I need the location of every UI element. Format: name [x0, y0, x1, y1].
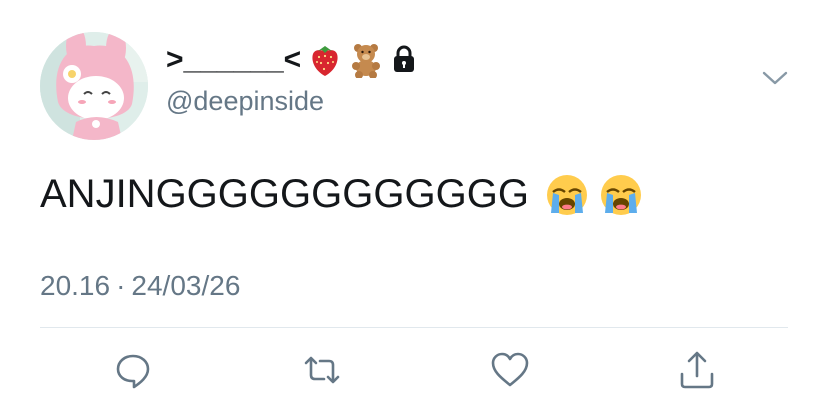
lock-icon — [389, 42, 419, 78]
avatar[interactable] — [40, 32, 148, 140]
like-icon — [491, 352, 529, 387]
loudly-crying-face-emoji-icon — [599, 173, 643, 217]
reply-icon — [116, 354, 150, 389]
tweet-date: 24/03/26 — [131, 270, 241, 301]
display-name[interactable]: >______< — [166, 43, 301, 77]
user-handle[interactable]: @deepinside — [166, 86, 324, 117]
share-button[interactable] — [677, 350, 717, 390]
like-button[interactable] — [490, 350, 530, 390]
chevron-down-icon[interactable] — [760, 66, 790, 88]
retweet-button[interactable] — [302, 350, 342, 390]
tweet-timestamp[interactable]: 20.16 · 24/03/26 — [40, 270, 240, 302]
tweet-time: 20.16 — [40, 270, 111, 301]
divider — [40, 327, 788, 328]
timestamp-separator: · — [116, 270, 126, 301]
tweet-text: ANJINGGGGGGGGGGGG — [40, 172, 529, 216]
display-name-row[interactable]: >______< — [166, 38, 419, 82]
reply-button[interactable] — [113, 350, 153, 390]
strawberry-emoji-icon — [309, 42, 341, 78]
teddy-bear-emoji-icon — [349, 42, 381, 78]
tweet-text-row: ANJINGGGGGGGGGGGG — [40, 172, 643, 217]
share-icon — [680, 351, 714, 389]
retweet-icon — [304, 356, 340, 384]
loudly-crying-face-emoji-icon — [545, 173, 589, 217]
